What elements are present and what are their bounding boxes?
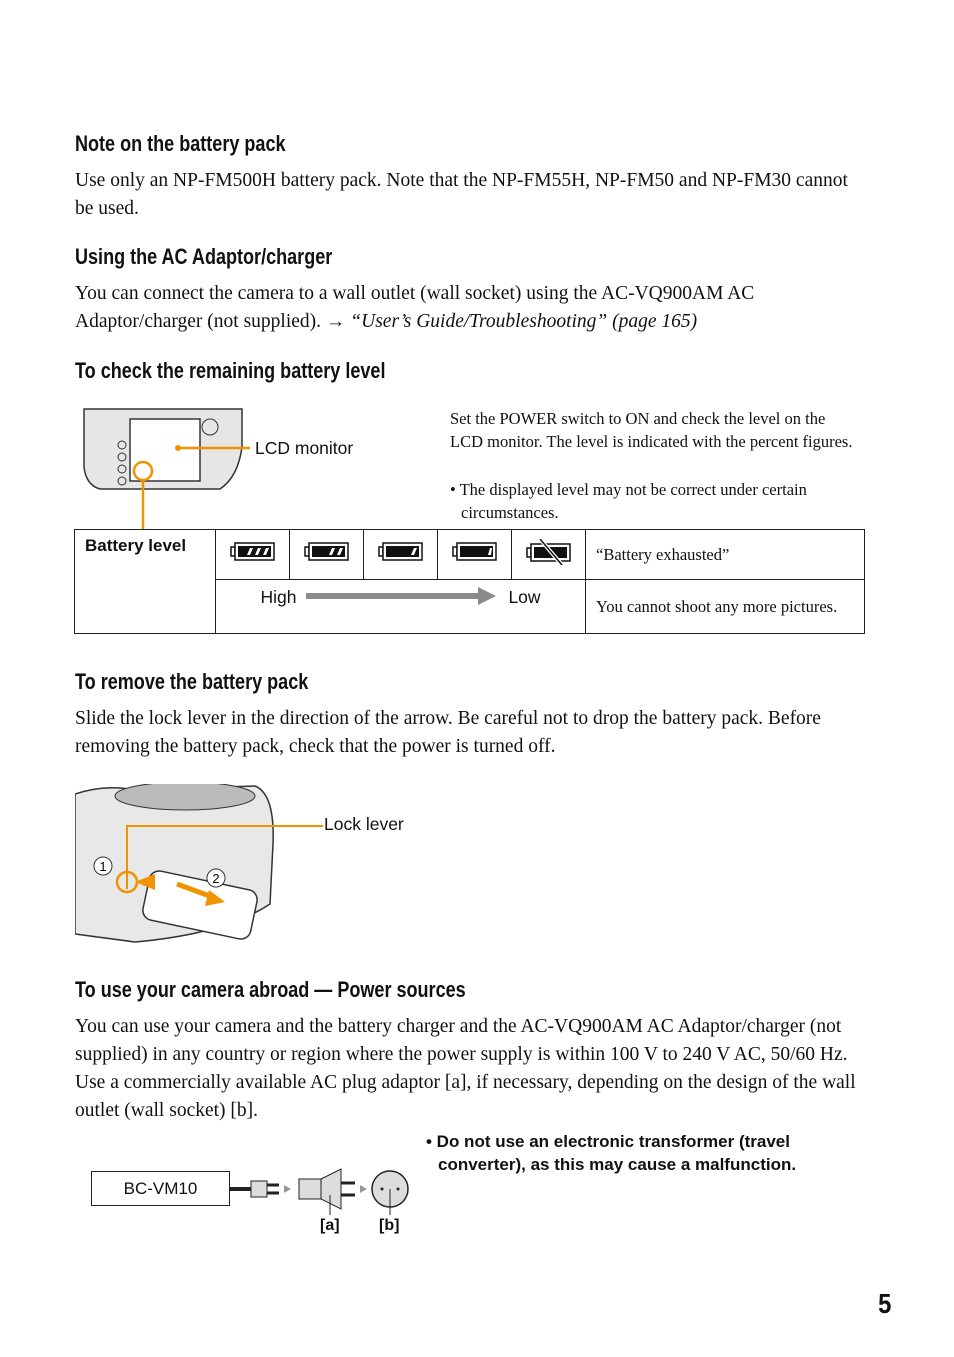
heading-remove-battery: To remove the battery pack	[75, 669, 309, 694]
heading-battery-note: Note on the battery pack	[75, 131, 286, 156]
battery-two-thirds-icon	[303, 542, 349, 561]
charger-label: BC-VM10	[123, 1179, 198, 1198]
charger-box: BC-VM10	[91, 1171, 230, 1206]
step-2-label: 2	[212, 871, 219, 886]
abroad-text: You can use your camera and the battery …	[75, 1016, 856, 1121]
battery-icon-cell	[215, 529, 290, 580]
lock-lever-label: Lock lever	[324, 814, 404, 834]
check-level-desc: Set the POWER switch to ON and check the…	[450, 409, 853, 451]
low-label: Low	[508, 587, 541, 607]
high-to-low-arrow-icon	[306, 587, 497, 605]
battery-level-label: Battery level	[74, 529, 216, 634]
ac-adaptor-text: You can connect the camera to a wall out…	[75, 280, 795, 336]
check-level-bullet: • The displayed level may not be correct…	[450, 480, 807, 522]
page-number: 5	[878, 1288, 892, 1319]
label-b: [b]	[379, 1217, 400, 1234]
plug-adaptor-illustration	[229, 1168, 409, 1215]
high-low-scale: High Low	[215, 579, 586, 634]
battery-icon-cell	[289, 529, 364, 580]
step-1-label: 1	[99, 859, 106, 874]
battery-note-text: Use only an NP-FM500H battery pack. Note…	[75, 170, 848, 219]
battery-exhausted-icon	[525, 537, 571, 567]
battery-full-icon	[229, 542, 275, 561]
high-label: High	[260, 587, 297, 607]
remove-battery-text: Slide the lock lever in the direction of…	[75, 708, 821, 757]
heading-ac-adaptor: Using the AC Adaptor/charger	[75, 244, 333, 269]
battery-icon-cell	[511, 529, 586, 580]
heading-abroad: To use your camera abroad — Power source…	[75, 977, 466, 1002]
battery-level-table: Battery level “Battery exhausted” High L…	[74, 529, 865, 634]
battery-one-third-icon	[377, 542, 423, 561]
exhausted-note: You cannot shoot any more pictures.	[585, 579, 865, 634]
battery-icon-cell	[363, 529, 438, 580]
battery-exhausted-label: “Battery exhausted”	[585, 529, 865, 580]
guide-reference: “User’s Guide/Troubleshooting” (page 165…	[350, 311, 698, 332]
lcd-monitor-label: LCD monitor	[255, 438, 354, 458]
heading-check-level: To check the remaining battery level	[75, 358, 386, 383]
battery-low-icon	[451, 542, 497, 561]
battery-icon-cell	[437, 529, 512, 580]
label-a: [a]	[320, 1217, 340, 1234]
transformer-warning: • Do not use an electronic transformer (…	[426, 1132, 797, 1174]
battery-removal-illustration: 1 2	[75, 784, 323, 943]
camera-back-illustration	[83, 408, 250, 529]
